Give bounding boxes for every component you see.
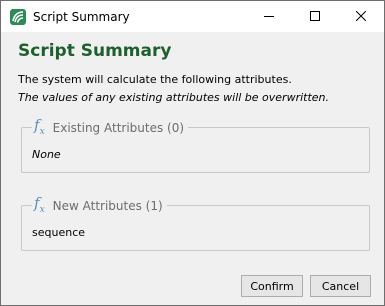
minimize-icon — [264, 16, 274, 17]
description-text: The system will calculate the following … — [18, 73, 292, 86]
existing-attributes-value: None — [32, 148, 61, 161]
new-attributes-label: New Attributes (1) — [52, 199, 163, 213]
confirm-button[interactable]: Confirm — [241, 275, 303, 297]
maximize-icon — [310, 11, 320, 21]
new-attributes-legend: fx New Attributes (1) — [32, 194, 167, 216]
cancel-button[interactable]: Cancel — [310, 275, 371, 297]
close-icon — [356, 11, 366, 21]
existing-attributes-legend: fx Existing Attributes (0) — [32, 116, 189, 138]
maximize-button[interactable] — [292, 1, 338, 32]
overwrite-warning-text: The values of any existing attributes wi… — [18, 91, 330, 104]
function-icon: fx — [34, 193, 45, 215]
dialog-window: Script Summary Script Summary The system… — [0, 0, 385, 306]
minimize-button[interactable] — [246, 1, 292, 32]
dialog-heading: Script Summary — [18, 41, 172, 61]
title-bar[interactable]: Script Summary — [1, 1, 384, 32]
existing-attributes-group: fx Existing Attributes (0) None — [21, 116, 370, 173]
existing-attributes-label: Existing Attributes (0) — [52, 121, 185, 135]
app-logo-icon — [10, 9, 26, 25]
function-icon: fx — [34, 115, 45, 137]
new-attributes-group: fx New Attributes (1) sequence — [21, 194, 370, 251]
window-title: Script Summary — [33, 10, 130, 24]
new-attributes-value: sequence — [32, 226, 86, 239]
close-button[interactable] — [338, 1, 384, 32]
